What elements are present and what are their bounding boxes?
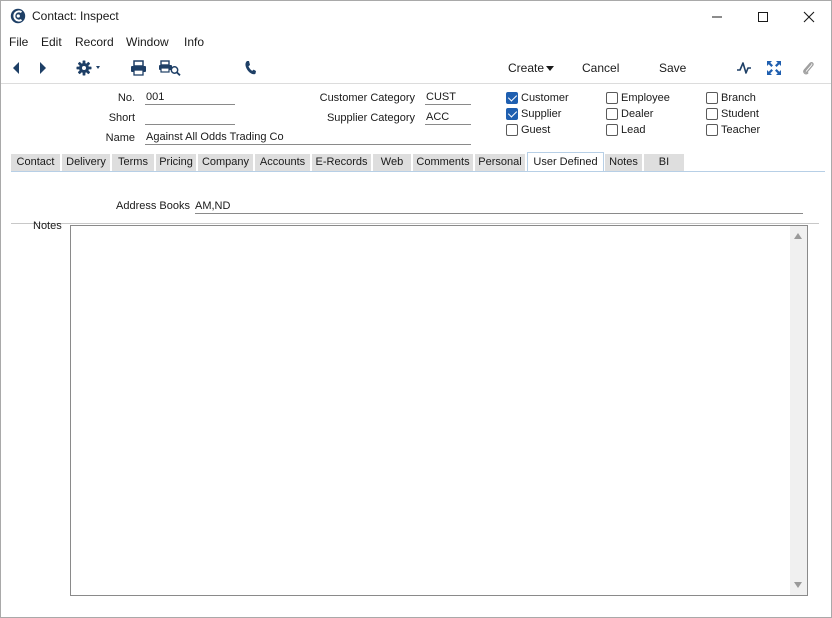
- scroll-up-icon[interactable]: [794, 233, 802, 239]
- app-logo-icon: [10, 8, 26, 24]
- menu-file[interactable]: File: [9, 35, 28, 49]
- tab-contact[interactable]: Contact: [11, 154, 61, 172]
- maximize-button[interactable]: [740, 1, 786, 32]
- customer-category-field[interactable]: CUST: [425, 91, 471, 105]
- tab-terms[interactable]: Terms: [112, 154, 155, 172]
- tab-pricing[interactable]: Pricing: [156, 154, 197, 172]
- address-books-label: Address Books: [116, 200, 190, 212]
- expand-button[interactable]: [765, 59, 783, 77]
- arrow-left-icon: [13, 62, 19, 74]
- menu-window[interactable]: Window: [126, 35, 169, 49]
- activity-pulse-icon: [737, 62, 751, 74]
- lead-checkbox-label: Lead: [621, 124, 646, 136]
- branch-checkbox-label: Branch: [721, 92, 756, 104]
- gear-icon: [76, 60, 100, 76]
- tab-e-records[interactable]: E-Records: [312, 154, 372, 172]
- employee-checkbox[interactable]: [606, 92, 618, 104]
- supplier-checkbox-label: Supplier: [521, 108, 562, 120]
- save-button[interactable]: Save: [659, 61, 686, 75]
- tab-personal[interactable]: Personal: [475, 154, 526, 172]
- tab-bi[interactable]: BI: [644, 154, 685, 172]
- minimize-button[interactable]: [694, 1, 740, 32]
- tab-accounts[interactable]: Accounts: [255, 154, 311, 172]
- dealer-checkbox[interactable]: [606, 108, 618, 120]
- phone-icon: [245, 61, 256, 75]
- branch-checkbox[interactable]: [706, 92, 718, 104]
- teacher-checkbox-label: Teacher: [721, 124, 761, 136]
- notes-textarea[interactable]: [70, 225, 808, 596]
- supplier-checkbox[interactable]: [506, 108, 518, 120]
- scroll-down-icon[interactable]: [794, 582, 802, 588]
- print-button[interactable]: [129, 59, 147, 77]
- printer-icon: [130, 60, 146, 76]
- no-label: No.: [117, 92, 135, 104]
- cancel-button[interactable]: Cancel: [582, 61, 619, 75]
- tab-comments[interactable]: Comments: [413, 154, 474, 172]
- supplier-category-label: Supplier Category: [326, 112, 415, 124]
- no-field[interactable]: 001: [145, 91, 235, 105]
- window-title: Contact: Inspect: [32, 9, 119, 23]
- tab-company[interactable]: Company: [198, 154, 254, 172]
- short-field[interactable]: [145, 111, 235, 125]
- paperclip-icon: [803, 61, 814, 75]
- customer-checkbox-label: Customer: [521, 92, 569, 104]
- toolbar-divider: [1, 83, 831, 84]
- close-button[interactable]: [786, 1, 832, 32]
- operations-menu-button[interactable]: [75, 59, 105, 77]
- menu-info[interactable]: Info: [184, 35, 204, 49]
- activity-button[interactable]: [735, 59, 753, 77]
- tab-underline: [11, 171, 825, 172]
- minimize-icon: [712, 16, 722, 17]
- tab-delivery[interactable]: Delivery: [62, 154, 111, 172]
- menu-bar: File Edit Record Window Info: [1, 32, 831, 54]
- lead-checkbox[interactable]: [606, 124, 618, 136]
- toolbar: Create Cancel Save: [1, 54, 831, 82]
- attachments-button[interactable]: [799, 59, 817, 77]
- supplier-category-field[interactable]: ACC: [425, 111, 471, 125]
- print-preview-button[interactable]: [158, 59, 182, 77]
- close-icon: [803, 11, 815, 22]
- tab-user-defined[interactable]: User Defined: [527, 152, 604, 172]
- customer-category-label: Customer Category: [319, 92, 415, 104]
- previous-record-button[interactable]: [7, 59, 25, 77]
- title-bar: Contact: Inspect: [1, 1, 831, 32]
- guest-checkbox-label: Guest: [521, 124, 551, 136]
- name-label: Name: [105, 132, 135, 144]
- menu-record[interactable]: Record: [75, 35, 114, 49]
- call-button[interactable]: [241, 59, 259, 77]
- expand-arrows-icon: [767, 61, 781, 75]
- customer-checkbox[interactable]: [506, 92, 518, 104]
- print-preview-icon: [159, 60, 181, 76]
- student-checkbox[interactable]: [706, 108, 718, 120]
- name-field[interactable]: Against All Odds Trading Co: [145, 131, 471, 145]
- student-checkbox-label: Student: [721, 108, 759, 120]
- maximize-icon: [758, 11, 768, 22]
- contact-inspect-window: Contact: Inspect File Edit Record Window…: [0, 0, 832, 618]
- address-books-field[interactable]: AM,ND: [195, 200, 803, 214]
- employee-checkbox-label: Employee: [621, 92, 670, 104]
- short-label: Short: [108, 112, 135, 124]
- content-divider: [11, 223, 819, 224]
- next-record-button[interactable]: [34, 59, 52, 77]
- tab-web[interactable]: Web: [373, 154, 412, 172]
- notes-scrollbar[interactable]: [790, 226, 807, 595]
- dealer-checkbox-label: Dealer: [621, 108, 654, 120]
- teacher-checkbox[interactable]: [706, 124, 718, 136]
- tab-notes[interactable]: Notes: [605, 154, 643, 172]
- guest-checkbox[interactable]: [506, 124, 518, 136]
- notes-label: Notes: [33, 220, 62, 232]
- arrow-right-icon: [40, 62, 46, 74]
- chevron-down-icon: [546, 66, 554, 71]
- create-button[interactable]: Create: [508, 61, 544, 75]
- menu-edit[interactable]: Edit: [41, 35, 62, 49]
